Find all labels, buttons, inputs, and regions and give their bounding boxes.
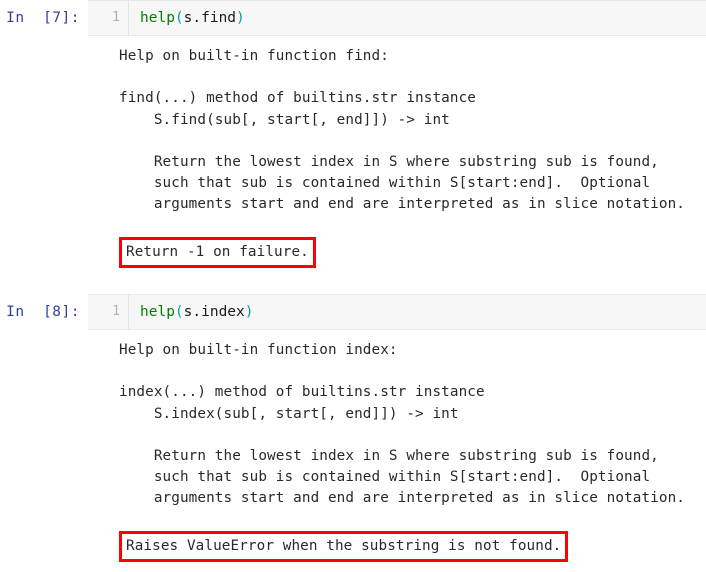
output-text-area: Help on built-in function find: find(...…	[88, 36, 706, 268]
output-line: such that sub is contained within S[star…	[119, 469, 651, 486]
output-line: S.index(sub[, start[, end]]) -> int	[119, 405, 459, 422]
code-token-function: help	[140, 303, 175, 320]
output-text-area: Help on built-in function index: index(.…	[88, 330, 706, 562]
annotation-text: Raises ValueError when the substring is …	[126, 537, 562, 554]
code-token-function: help	[140, 10, 175, 26]
annotation-row: Raises ValueError when the substring is …	[119, 530, 706, 562]
output-line-blank	[119, 216, 706, 237]
code-token-open-paren: (	[174, 303, 184, 320]
notebook-cell-1[interactable]: In [7]: 1 help(s.find) Help on built-in …	[0, 0, 706, 268]
output-line: Return the lowest index in S where subst…	[119, 153, 659, 170]
annotation-highlight-box: Raises ValueError when the substring is …	[119, 530, 569, 562]
code-editor-area[interactable]: 1 help(s.index)	[88, 293, 706, 330]
output-line: arguments start and end are interpreted …	[119, 196, 685, 213]
input-prompt-label: In [7]:	[6, 10, 80, 26]
cell-input-row: In [8]: 1 help(s.index)	[0, 293, 706, 330]
code-editor-area[interactable]: 1 help(s.find)	[88, 0, 706, 36]
code-token-argument: s.index	[183, 303, 245, 320]
input-prompt-label: In [8]:	[6, 303, 80, 320]
output-line: such that sub is contained within S[star…	[119, 175, 651, 192]
cell-output-row: Help on built-in function find: find(...…	[0, 36, 706, 268]
annotation-row: Return -1 on failure.	[119, 236, 706, 268]
output-line: Help on built-in function find:	[119, 48, 389, 64]
output-line: index(...) method of builtins.str instan…	[119, 384, 485, 401]
output-line: Return the lowest index in S where subst…	[119, 447, 659, 464]
notebook-container: In [7]: 1 help(s.find) Help on built-in …	[0, 0, 706, 572]
annotation-highlight-box: Return -1 on failure.	[119, 236, 316, 268]
output-line: arguments start and end are interpreted …	[119, 490, 685, 507]
code-line[interactable]: help(s.index)	[129, 295, 254, 329]
line-number-gutter: 1	[88, 294, 129, 329]
output-line: S.find(sub[, start[, end]]) -> int	[119, 111, 450, 128]
output-line-blank	[119, 425, 706, 446]
cell-input-row: In [7]: 1 help(s.find)	[0, 0, 706, 36]
annotation-text: Return -1 on failure.	[126, 243, 309, 260]
output-line: find(...) method of builtins.str instanc…	[119, 90, 477, 107]
notebook-cell-2[interactable]: In [8]: 1 help(s.index) Help on built-in…	[0, 293, 706, 562]
code-token-close-paren: )	[236, 10, 245, 26]
output-line-blank	[119, 361, 706, 382]
code-line[interactable]: help(s.find)	[129, 1, 245, 35]
code-token-open-paren: (	[174, 10, 184, 26]
line-number-gutter: 1	[88, 1, 129, 35]
output-line-blank	[119, 510, 706, 531]
code-token-close-paren: )	[244, 303, 254, 320]
cell-separator	[0, 268, 706, 294]
code-token-argument: s.find	[183, 10, 237, 26]
cell-output-row: Help on built-in function index: index(.…	[0, 330, 706, 562]
output-line-blank	[119, 131, 706, 152]
output-line: Help on built-in function index:	[119, 341, 398, 358]
output-line-blank	[119, 67, 706, 88]
